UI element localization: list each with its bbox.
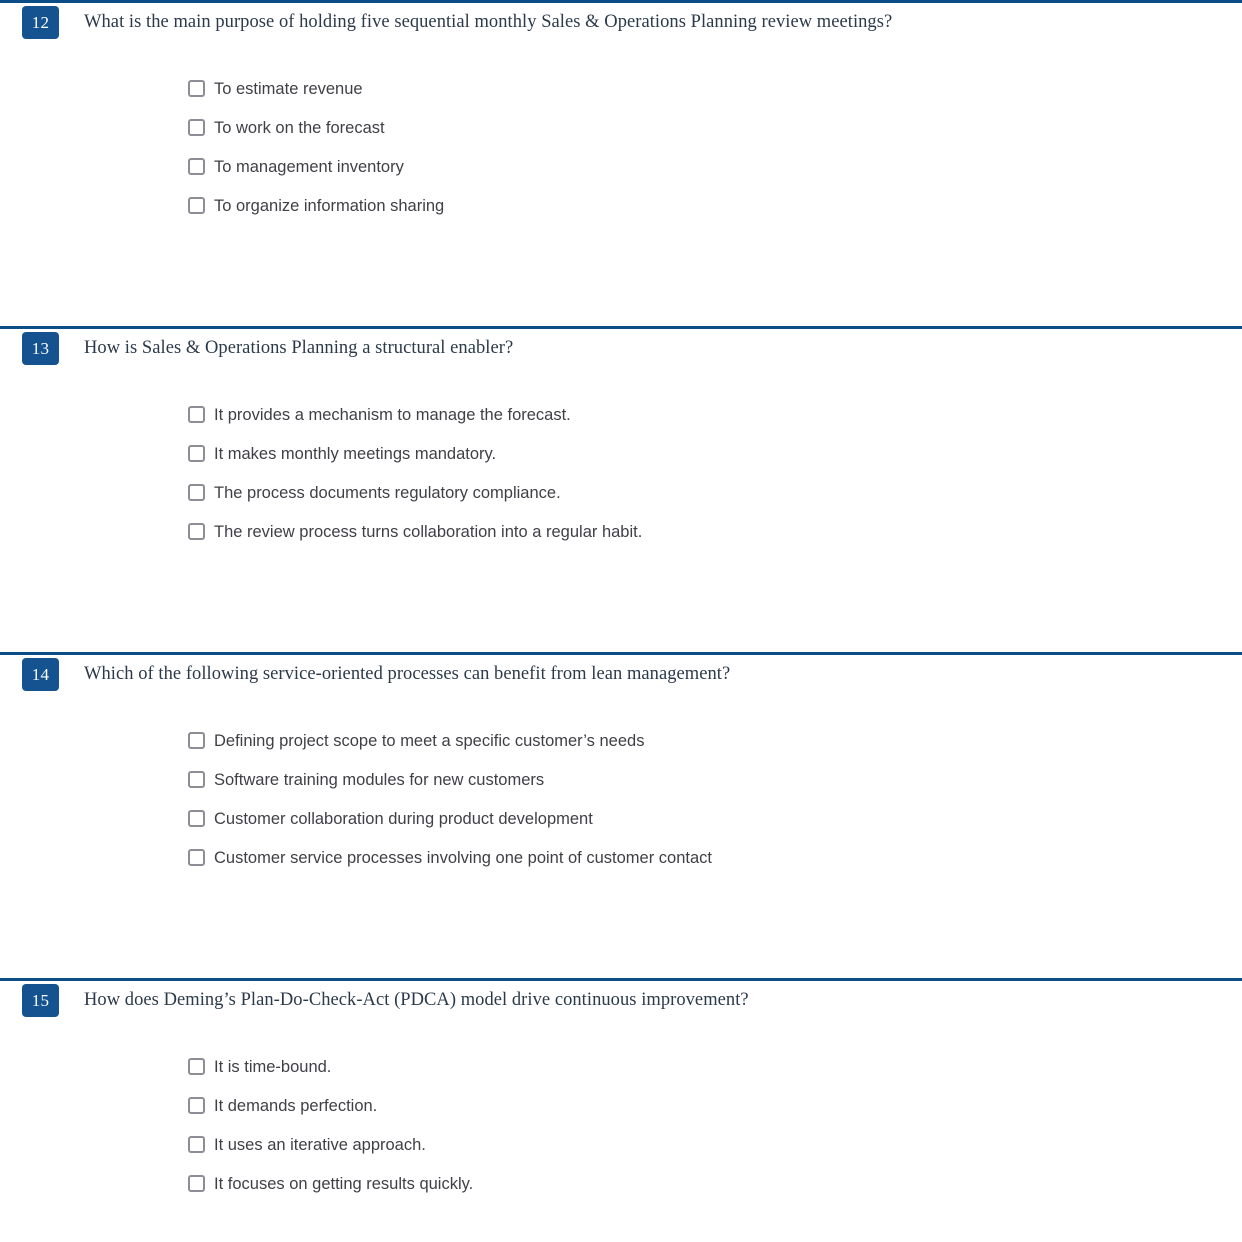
question-block: 15 How does Deming’s Plan-Do-Check-Act (P… <box>0 978 1242 1242</box>
answer-option-label: Software training modules for new custom… <box>214 770 545 789</box>
answer-option-list: To estimate revenue To work on the foreca… <box>22 39 1242 225</box>
question-number-badge: 15 <box>22 984 59 1017</box>
answer-option[interactable]: It demands perfection. <box>188 1086 1242 1125</box>
answer-option-label: To organize information sharing <box>214 196 445 215</box>
answer-option[interactable]: To organize information sharing <box>188 186 1242 225</box>
checkbox-icon[interactable] <box>188 1058 205 1075</box>
checkbox-icon[interactable] <box>188 80 205 97</box>
answer-option[interactable]: It provides a mechanism to manage the fo… <box>188 395 1242 434</box>
answer-option-label: It demands perfection. <box>214 1096 378 1115</box>
checkbox-icon[interactable] <box>188 445 205 462</box>
answer-option-list: Defining project scope to meet a specifi… <box>22 691 1242 877</box>
answer-option-label: It uses an iterative approach. <box>214 1135 426 1154</box>
answer-option-label: To management inventory <box>214 157 404 176</box>
checkbox-icon[interactable] <box>188 810 205 827</box>
checkbox-icon[interactable] <box>188 732 205 749</box>
answer-option-label: It focuses on getting results quickly. <box>214 1174 474 1193</box>
checkbox-icon[interactable] <box>188 119 205 136</box>
question-header: 15 How does Deming’s Plan-Do-Check-Act (P… <box>22 978 1242 1017</box>
checkbox-icon[interactable] <box>188 197 205 214</box>
question-block: 14 Which of the following service-oriente… <box>0 652 1242 916</box>
answer-option[interactable]: Defining project scope to meet a specifi… <box>188 721 1242 760</box>
question-header: 14 Which of the following service-oriente… <box>22 652 1242 691</box>
answer-option[interactable]: To estimate revenue <box>188 69 1242 108</box>
question-header: 12 What is the main purpose of holding fi… <box>22 0 1242 39</box>
answer-option-label: It is time-bound. <box>214 1057 332 1076</box>
answer-option-label: It provides a mechanism to manage the fo… <box>214 405 571 424</box>
answer-option[interactable]: To work on the forecast <box>188 108 1242 147</box>
question-text: How does Deming’s Plan-Do-Check-Act (PDC… <box>84 990 749 1010</box>
checkbox-icon[interactable] <box>188 1136 205 1153</box>
answer-option[interactable]: The process documents regulatory complia… <box>188 473 1242 512</box>
checkbox-icon[interactable] <box>188 1175 205 1192</box>
answer-option[interactable]: It is time-bound. <box>188 1047 1242 1086</box>
answer-option[interactable]: It makes monthly meetings mandatory. <box>188 434 1242 473</box>
answer-option-label: Customer service processes involving one… <box>214 848 712 867</box>
answer-option-label: Defining project scope to meet a specifi… <box>214 731 645 750</box>
checkbox-icon[interactable] <box>188 1097 205 1114</box>
question-text: Which of the following service-oriented … <box>84 664 731 684</box>
answer-option[interactable]: Customer collaboration during product de… <box>188 799 1242 838</box>
question-block: 12 What is the main purpose of holding fi… <box>0 0 1242 264</box>
question-text: How is Sales & Operations Planning a str… <box>84 338 514 358</box>
question-number-badge: 13 <box>22 332 59 365</box>
answer-option[interactable]: The review process turns collaboration i… <box>188 512 1242 551</box>
answer-option[interactable]: It uses an iterative approach. <box>188 1125 1242 1164</box>
answer-option-list: It provides a mechanism to manage the fo… <box>22 365 1242 551</box>
checkbox-icon[interactable] <box>188 406 205 423</box>
question-number-badge: 12 <box>22 6 59 39</box>
checkbox-icon[interactable] <box>188 849 205 866</box>
answer-option-label: Customer collaboration during product de… <box>214 809 593 828</box>
answer-option-list: It is time-bound. It demands perfection. I… <box>22 1017 1242 1203</box>
checkbox-icon[interactable] <box>188 523 205 540</box>
question-block: 13 How is Sales & Operations Planning a s… <box>0 326 1242 590</box>
checkbox-icon[interactable] <box>188 484 205 501</box>
question-number-badge: 14 <box>22 658 59 691</box>
answer-option[interactable]: It focuses on getting results quickly. <box>188 1164 1242 1203</box>
question-text: What is the main purpose of holding five… <box>84 12 893 32</box>
answer-option-label: To estimate revenue <box>214 79 363 98</box>
answer-option-label: The review process turns collaboration i… <box>214 522 643 541</box>
question-header: 13 How is Sales & Operations Planning a s… <box>22 326 1242 365</box>
answer-option[interactable]: To management inventory <box>188 147 1242 186</box>
answer-option-label: The process documents regulatory complia… <box>214 483 561 502</box>
answer-option-label: To work on the forecast <box>214 118 385 137</box>
checkbox-icon[interactable] <box>188 771 205 788</box>
quiz-container: 12 What is the main purpose of holding fi… <box>0 0 1242 1242</box>
answer-option[interactable]: Software training modules for new custom… <box>188 760 1242 799</box>
answer-option[interactable]: Customer service processes involving one… <box>188 838 1242 877</box>
answer-option-label: It makes monthly meetings mandatory. <box>214 444 497 463</box>
checkbox-icon[interactable] <box>188 158 205 175</box>
